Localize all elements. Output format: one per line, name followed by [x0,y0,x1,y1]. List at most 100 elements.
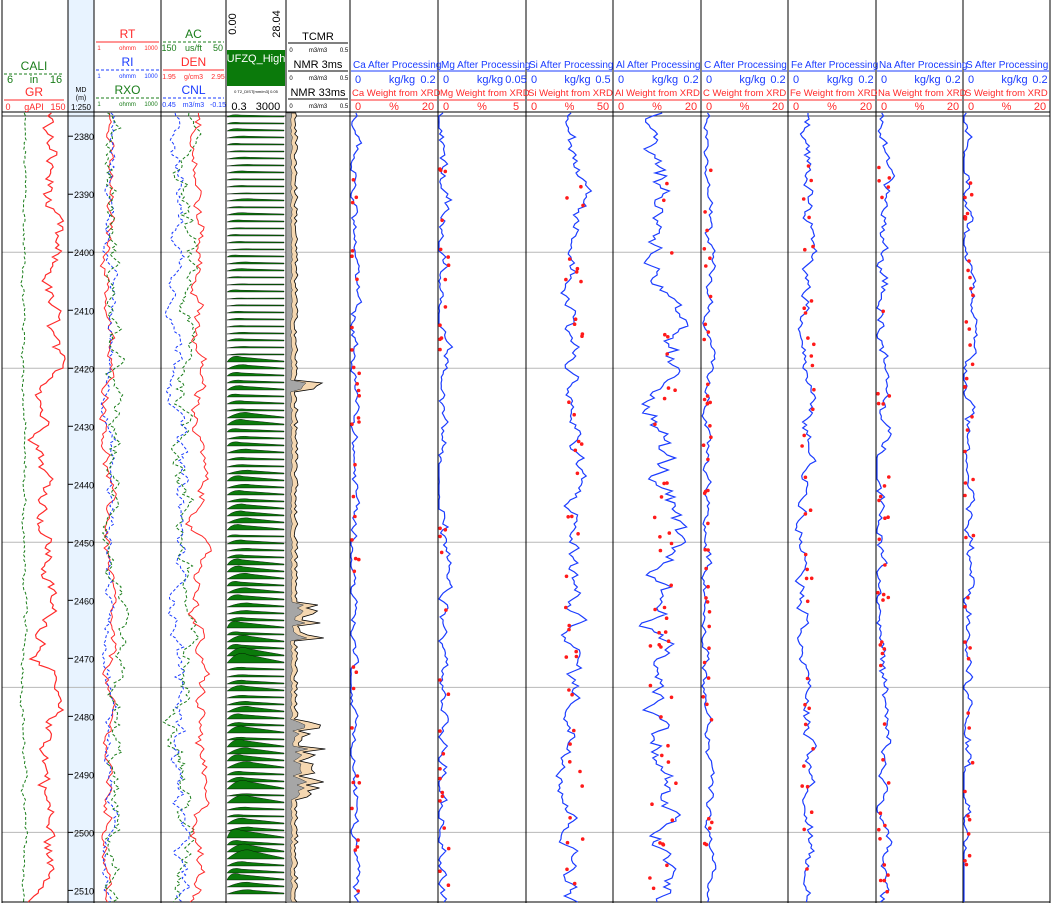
si-xrd-point [574,654,579,659]
t2-waveform [226,178,285,181]
s-xrd-point [966,832,971,836]
ac-max: 50 [213,43,223,53]
cnl-curve [164,112,192,903]
t2-scale-max: 3000 [256,101,280,113]
mg-xrd-point [438,323,442,328]
na-xrd-point [881,758,885,762]
t2-waveform [226,736,285,741]
t2-waveform [226,254,285,258]
mg-xrd-point [439,550,444,555]
si-xrd-max: 50 [597,101,609,113]
si-xrd-point [580,784,584,788]
al-scale-min: 0 [618,74,624,86]
t2-waveform [226,464,285,468]
rxo-max: 1000 [144,102,158,108]
mg-xrd-point [443,305,448,309]
al-xrd-point [666,639,671,643]
fe-xrd-point [806,336,810,340]
s-xrd-point [966,711,970,715]
c-xrd-title: C Weight from XRD [703,88,786,99]
c-xrd-point [710,820,714,825]
al-xrd-point [664,616,669,620]
s-scale-max: 0.2 [1032,74,1047,86]
fe-xrd-point [803,702,807,707]
si-xrd-point [570,514,574,519]
rt-max: 1000 [144,46,158,52]
fe-xrd-point [812,387,816,392]
ca-xrd-point [356,416,361,420]
s-scale-min: 0 [968,74,974,86]
ri-label: RI [122,55,134,69]
c-after-processing-curve [701,112,717,903]
si-xrd-point [579,184,583,189]
c-xrd-point [703,210,707,214]
t2-waveform [226,268,285,272]
depth-tick-label: 2410 [74,306,94,316]
ca-xrd-title: Ca Weight from XRD [352,88,441,99]
md-unit: (m) [76,95,87,102]
si-xrd-point [565,196,569,200]
t2-waveform [226,713,285,720]
mg-xrd-point [441,752,446,756]
s-xrd-point [967,259,971,263]
t2-waveform [226,372,285,377]
depth-tick-label: 2400 [74,248,94,258]
s-xrd-title: S Weight from XRD [965,88,1048,99]
ca-xrd-point [350,325,354,330]
t2-waveform [226,346,285,349]
c-xrd-point [703,322,708,327]
al-xrd-max: 20 [685,101,697,113]
fe-xrd-point [811,244,815,249]
fe-xrd-point [802,827,806,832]
t2-waveform [226,355,285,363]
t2-waveform [226,761,285,769]
fe-xrd-point [803,512,808,516]
t2-waveform [226,517,285,524]
ca-xrd-point [350,254,354,258]
na-xrd-point [886,185,891,189]
s-xrd-point [967,327,972,331]
t2-waveform [226,164,285,167]
c-xrd-point [707,646,711,650]
c-xrd-unit: % [740,101,750,113]
s-xrd-point [963,605,967,609]
na-xrd-point [876,401,881,406]
nmr-min: 0 [289,104,293,110]
t2-waveform [226,510,285,517]
s-xrd-point [968,181,973,185]
t2-waveform [226,666,285,671]
ca-xrd-point [351,780,356,785]
fe-xrd-point [802,764,806,768]
fe-xrd-unit: % [827,101,837,113]
t2-waveform [226,554,285,559]
al-xrd-point [665,863,669,868]
si-xrd-point [579,442,584,446]
s-xrd-point [963,449,967,454]
si-xrd-point [568,816,572,820]
s-xrd-point [971,533,976,538]
t2-waveform [226,304,285,307]
s-xrd-point [967,817,972,822]
ca-xrd-point [350,726,354,730]
t2-waveform [226,469,285,475]
t2-waveform [226,364,285,370]
fe-xrd-point [805,599,810,604]
s-xrd-point [963,481,968,485]
t2-waveform [226,490,285,496]
t2-waveform [226,840,285,846]
t2-waveform [226,353,285,356]
t2-waveform [226,725,285,734]
ca-xrd-point [357,371,362,376]
mg-unit: kg/kg [477,74,503,86]
mg-scale-min: 0 [443,74,449,86]
s-xrd-point [968,275,972,280]
s-xrd-point [970,760,975,765]
fe-xrd-point [809,299,814,303]
al-xrd-point [659,495,664,499]
na-xrd-point [887,394,892,398]
si-xrd-point [572,728,576,733]
al-xrd-point [662,396,667,401]
ca-xrd-point [350,422,354,427]
nmr-max: 0.5 [340,48,349,54]
si-xrd-point [574,270,579,274]
